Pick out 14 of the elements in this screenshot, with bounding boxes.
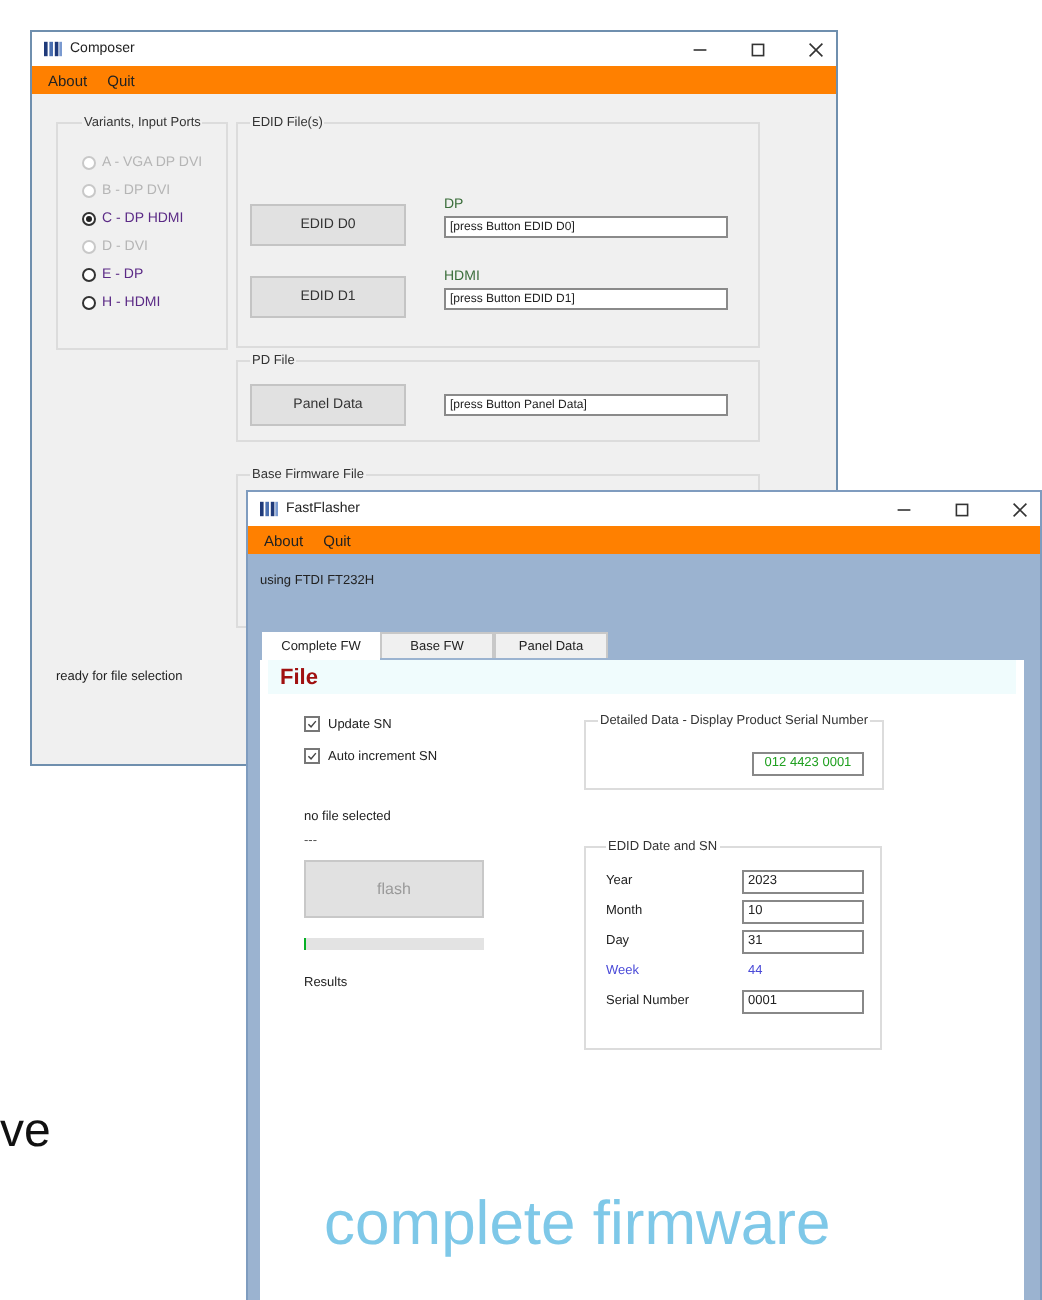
close-icon[interactable] [808,41,824,57]
radio-button[interactable] [82,212,96,226]
banner-text: complete firmware [324,1188,831,1260]
checkbox[interactable] [304,716,320,732]
maximize-icon[interactable] [750,41,766,57]
close-icon[interactable] [1012,501,1028,517]
radio-button[interactable] [82,296,96,310]
checkbox[interactable] [304,748,320,764]
maximize-icon[interactable] [954,501,970,517]
radio-button[interactable] [82,268,96,282]
app-icon [260,500,278,518]
section-title: File [280,665,318,689]
app-icon [44,40,62,58]
slide-text: ve [0,1104,51,1160]
